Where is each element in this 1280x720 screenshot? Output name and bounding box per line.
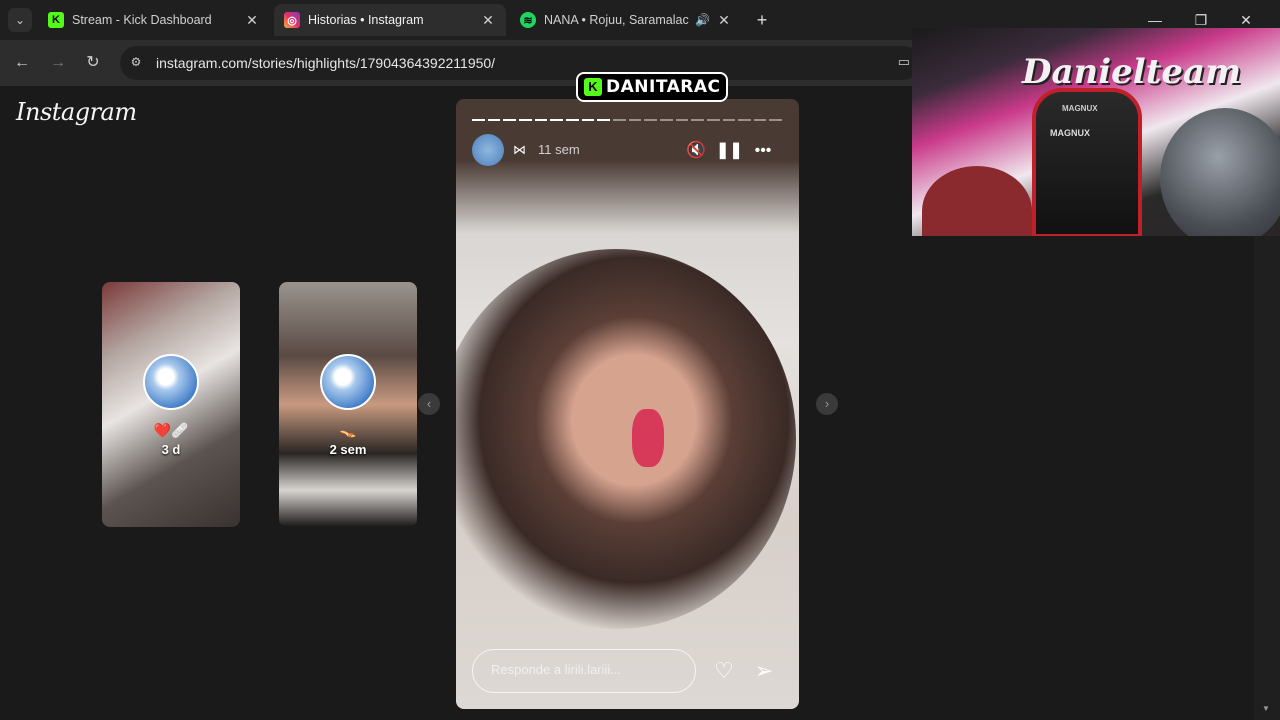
progress-segment	[518, 119, 532, 121]
webcam-graffiti: Danielteam	[1022, 52, 1242, 92]
progress-segment	[753, 119, 767, 121]
previous-story-chevron-icon[interactable]: ‹	[418, 393, 440, 415]
chair-brand-top: MAGNUX	[1062, 104, 1098, 113]
story-emoji: ❤️🩹	[153, 422, 189, 438]
tab-instagram-stories[interactable]: ◎ Historias • Instagram ✕	[274, 4, 506, 36]
progress-segment	[628, 119, 642, 121]
more-options-icon[interactable]: •••	[751, 139, 775, 163]
reload-icon[interactable]: ↻	[81, 51, 105, 75]
active-story[interactable]: ⋈ 11 sem 🔇 ❚❚ ••• ♡ ➢	[456, 99, 799, 709]
reply-input[interactable]	[491, 662, 681, 677]
channel-name: DANITARAC	[606, 77, 721, 97]
progress-segment	[581, 119, 595, 121]
instagram-logo[interactable]: Instagram	[16, 98, 137, 126]
progress-segment	[769, 119, 783, 121]
progress-segment	[534, 119, 548, 121]
muted-speaker-icon[interactable]: 🔇	[684, 139, 708, 163]
new-tab-button[interactable]: +	[750, 8, 774, 32]
pause-icon[interactable]: ❚❚	[716, 139, 743, 163]
kick-channel-badge: K DANITARAC	[576, 72, 729, 102]
side-story-preview[interactable]: 👡 2 sem	[279, 282, 417, 527]
progress-segment	[659, 119, 673, 121]
story-avatar	[320, 354, 376, 410]
progress-segment	[706, 119, 720, 121]
share-send-icon[interactable]: ➢	[750, 657, 778, 685]
story-age: 2 sem	[329, 442, 367, 457]
tab-close-icon[interactable]: ✕	[244, 12, 260, 29]
story-avatar	[143, 354, 199, 410]
kick-favicon-icon: K	[48, 12, 64, 28]
story-progress-bar	[472, 119, 783, 121]
webcam-overlay: Danielteam MAGNUX MAGNUX	[912, 28, 1280, 236]
tab-close-icon[interactable]: ✕	[480, 12, 496, 29]
tab-title: Historias • Instagram	[308, 13, 424, 27]
forward-arrow-icon[interactable]: →	[46, 51, 70, 75]
reply-field[interactable]	[472, 649, 696, 693]
progress-segment	[565, 119, 579, 121]
cast-icon[interactable]: ▭	[898, 54, 910, 70]
back-arrow-icon[interactable]: ←	[10, 51, 34, 75]
progress-segment	[722, 119, 736, 121]
story-image-detail	[632, 409, 664, 467]
next-story-chevron-icon[interactable]: ›	[816, 393, 838, 415]
like-heart-icon[interactable]: ♡	[710, 657, 738, 685]
speaker-icon[interactable]: 🔊	[695, 13, 710, 27]
instagram-favicon-icon: ◎	[284, 12, 300, 28]
progress-segment	[503, 119, 516, 121]
site-info-icon[interactable]: ⚙	[128, 55, 144, 71]
story-age: 3 d	[161, 442, 181, 457]
progress-segment	[644, 119, 657, 121]
progress-segment	[472, 119, 485, 121]
side-story-preview[interactable]: ❤️🩹 3 d	[102, 282, 240, 527]
spotify-favicon-icon: ≋	[520, 12, 536, 28]
scroll-down-icon[interactable]: ▼	[1262, 704, 1270, 713]
progress-segment	[550, 119, 563, 121]
address-bar[interactable]: ⚙ instagram.com/stories/highlights/17904…	[120, 46, 920, 80]
story-owner-avatar[interactable]	[472, 134, 504, 166]
story-image-subject	[456, 249, 796, 629]
tab-kick-dashboard[interactable]: K Stream - Kick Dashboard ✕	[38, 4, 270, 36]
tab-close-icon[interactable]: ✕	[716, 12, 732, 29]
chair-brand: MAGNUX	[1050, 128, 1090, 138]
progress-segment	[738, 119, 751, 121]
url-text[interactable]: instagram.com/stories/highlights/1790436…	[156, 55, 495, 71]
progress-segment	[612, 119, 626, 121]
progress-segment	[691, 119, 704, 121]
progress-segment	[675, 119, 689, 121]
tab-title: Stream - Kick Dashboard	[72, 13, 212, 27]
tab-spotify-nana[interactable]: ≋ NANA • Rojuu, Saramalacara 🔊 ✕	[510, 4, 742, 36]
story-time: 11 sem	[538, 142, 580, 157]
tab-title: NANA • Rojuu, Saramalacara	[544, 13, 689, 27]
progress-segment	[487, 119, 501, 121]
kick-logo-icon: K	[584, 78, 602, 96]
person-left	[922, 166, 1032, 236]
progress-segment	[597, 119, 610, 121]
tab-search-dropdown-icon[interactable]: ⌄	[8, 8, 32, 32]
story-owner-badge-icon: ⋈	[513, 142, 526, 157]
story-emoji: 👡	[339, 422, 357, 438]
person-right	[1160, 108, 1280, 236]
